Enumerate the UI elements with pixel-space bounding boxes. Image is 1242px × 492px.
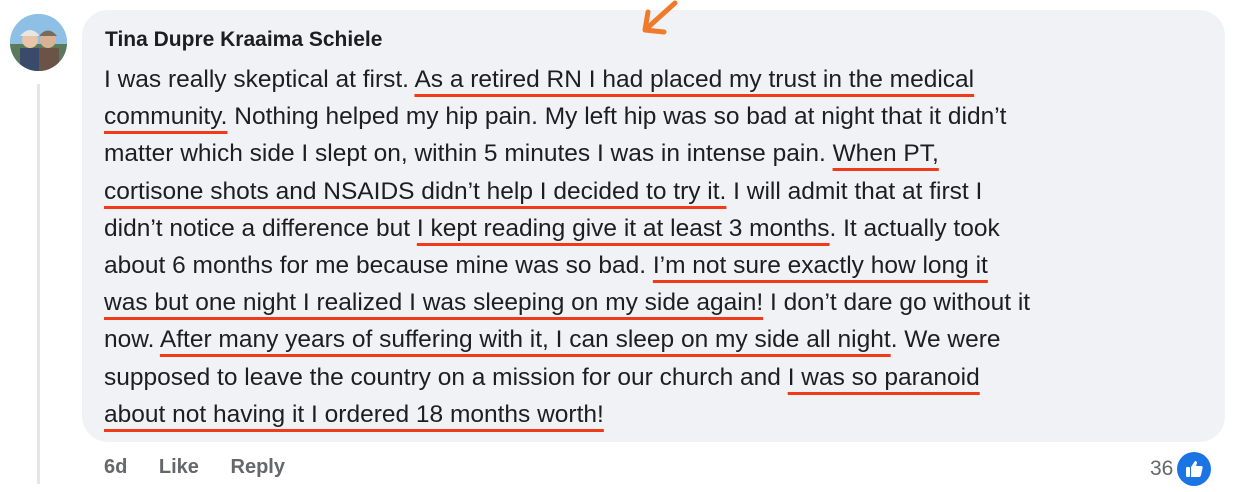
text-line: cortisone shots and NSAIDS didn’t help I… [104, 177, 983, 205]
avatar[interactable] [10, 14, 67, 71]
underlined-phrase: I’m not sure exactly how long it [652, 251, 988, 279]
text-line: matter which side I slept on, within 5 m… [104, 140, 939, 168]
thumbs-up-icon [1177, 452, 1212, 486]
text-line: about not having it I ordered 18 months … [104, 396, 1209, 433]
thread-line [37, 84, 40, 484]
reaction-count: 36 [1150, 457, 1174, 480]
underlined-phrase: As a retired RN I had placed my trust in… [414, 66, 975, 93]
text-line: didn’t notice a difference but I kept re… [104, 214, 1000, 242]
underlined-phrase: I kept reading give it at least 3 months [416, 214, 830, 242]
underlined-phrase: community. [104, 103, 228, 131]
comment-text: I was really skeptical at first. As a re… [104, 61, 1209, 433]
text-line: was but one night I realized I was sleep… [104, 289, 1031, 317]
like-button[interactable]: Like [159, 456, 199, 478]
underlined-phrase: cortisone shots and NSAIDS didn’t help I… [104, 177, 727, 205]
text-line: now. After many years of suffering with … [104, 326, 1001, 354]
text-line: I was really skeptical at first. As a re… [104, 66, 975, 93]
underlined-phrase: I was so paranoid [787, 363, 980, 391]
text-line: about 6 months for me because mine was s… [104, 251, 988, 279]
comment-actions: 6d Like Reply [104, 456, 311, 479]
underlined-phrase: about not having it I ordered 18 months … [104, 400, 604, 428]
timestamp-link[interactable]: 6d [104, 456, 127, 478]
underlined-phrase: was but one night I realized I was sleep… [104, 289, 764, 317]
underlined-phrase: After many years of suffering with it, I… [159, 326, 891, 354]
underlined-phrase: When PT, [832, 140, 939, 168]
text-line: community. Nothing helped my hip pain. M… [104, 103, 1007, 131]
comment-author[interactable]: Tina Dupre Kraaima Schiele [105, 28, 382, 52]
reaction-summary[interactable]: 36 [1150, 452, 1212, 486]
reply-button[interactable]: Reply [231, 456, 285, 478]
annotation-arrow-icon [642, 0, 678, 35]
text-line: supposed to leave the country on a missi… [104, 363, 980, 391]
avatar-photo [10, 14, 67, 71]
